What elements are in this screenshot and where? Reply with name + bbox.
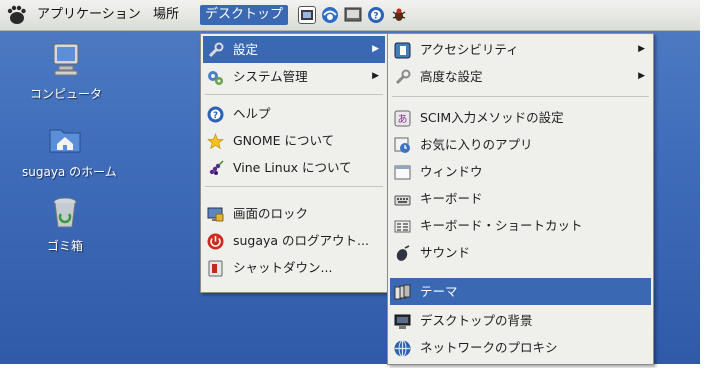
submenu-arrow-icon: ▶ xyxy=(372,44,379,54)
menu-item-about-vine[interactable]: Vine Linux について xyxy=(203,154,385,181)
computer-label: コンピュータ xyxy=(29,87,102,101)
submenu-arrow-icon: ▶ xyxy=(638,71,645,81)
trash-desktop-icon[interactable]: ゴミ箱 xyxy=(30,196,100,254)
lock-screen-icon xyxy=(207,205,224,222)
network-proxy-icon xyxy=(394,339,411,357)
home-folder-icon xyxy=(49,129,81,153)
menu-item-windows[interactable]: ウィンドウ xyxy=(390,158,651,185)
menu-item-label: アクセシビリティ xyxy=(420,42,519,57)
menu-item-keyboard-shortcuts[interactable]: キーボード・ショートカット xyxy=(390,212,651,239)
home-desktop-icon[interactable]: sugaya のホーム xyxy=(22,122,117,180)
gears-icon xyxy=(207,68,224,85)
menu-item-logout[interactable]: sugaya のログアウト... xyxy=(203,227,385,254)
menu-item-about-gnome[interactable]: GNOME について xyxy=(203,127,385,154)
menu-separator xyxy=(205,94,383,95)
gnome-foot-icon[interactable] xyxy=(5,5,27,25)
menu-item-label: デスクトップの背景 xyxy=(420,313,533,328)
browser-launcher-icon[interactable] xyxy=(321,6,339,24)
menu-separator xyxy=(205,186,383,187)
terminal-launcher-icon[interactable] xyxy=(344,6,362,24)
menu-item-label: ウィンドウ xyxy=(420,164,483,179)
favorite-apps-icon xyxy=(394,136,411,153)
menu-item-shutdown[interactable]: シャットダウン... xyxy=(203,254,385,281)
wrench-icon xyxy=(207,41,224,58)
menu-item-label: キーボード・ショートカット xyxy=(420,218,583,233)
desktop-background-icon xyxy=(394,312,411,329)
trash-icon xyxy=(53,197,77,228)
menu-item-theme[interactable]: テーマ xyxy=(390,278,651,305)
menu-item-label: お気に入りのアプリ xyxy=(420,137,533,152)
menu-item-label: シャットダウン... xyxy=(233,260,333,275)
trash-label: ゴミ箱 xyxy=(46,239,83,253)
bug-launcher-icon[interactable] xyxy=(390,6,408,24)
svg-text:?: ? xyxy=(373,12,378,22)
shutdown-icon xyxy=(207,259,224,277)
menu-item-accessibility[interactable]: アクセシビリティ ▶ xyxy=(390,36,651,63)
places-menu[interactable]: 場所 xyxy=(148,5,184,25)
menu-item-label: テーマ xyxy=(420,284,458,299)
menu-item-label: 画面のロック xyxy=(233,206,309,221)
window-icon xyxy=(394,163,411,180)
settings-submenu: アクセシビリティ ▶ 高度な設定 ▶ あ SCIM入力メソッドの設定 お気に入り… xyxy=(387,33,654,365)
menu-item-label: システム管理 xyxy=(233,69,308,84)
menu-item-desktop-background[interactable]: デスクトップの背景 xyxy=(390,307,651,334)
input-method-icon: あ xyxy=(394,109,411,127)
keyboard-shortcuts-icon xyxy=(394,217,411,234)
menu-item-label: SCIM入力メソッドの設定 xyxy=(420,110,564,125)
menu-separator xyxy=(392,96,649,97)
menu-item-label: ヘルプ xyxy=(233,106,271,121)
wrench-icon xyxy=(394,68,411,85)
menu-item-label: 高度な設定 xyxy=(420,69,483,84)
menu-item-favorite-apps[interactable]: お気に入りのアプリ xyxy=(390,131,651,158)
menu-item-network-proxy[interactable]: ネットワークのプロキシ xyxy=(390,334,651,361)
help-launcher-icon[interactable]: ? xyxy=(367,6,385,24)
keyboard-icon xyxy=(394,190,411,207)
help-icon: ? xyxy=(207,105,224,123)
svg-text:あ: あ xyxy=(398,114,408,126)
star-icon xyxy=(207,132,224,150)
desktop-menu[interactable]: デスクトップ xyxy=(200,5,289,25)
accessibility-icon xyxy=(394,41,411,59)
computer-desktop-icon[interactable]: コンピュータ xyxy=(18,42,114,102)
menu-item-label: サウンド xyxy=(420,245,471,260)
menu-item-label: Vine Linux について xyxy=(233,160,352,175)
menu-item-sound[interactable]: サウンド xyxy=(390,239,651,266)
svg-text:?: ? xyxy=(213,111,218,121)
menu-item-scim[interactable]: あ SCIM入力メソッドの設定 xyxy=(390,104,651,131)
menu-item-lock-screen[interactable]: 画面のロック xyxy=(203,200,385,227)
sound-icon xyxy=(394,244,411,261)
theme-icon xyxy=(394,283,411,300)
menu-item-label: ネットワークのプロキシ xyxy=(420,340,558,355)
menu-item-label: キーボード xyxy=(420,191,483,206)
menu-item-keyboard[interactable]: キーボード xyxy=(390,185,651,212)
menu-item-label: sugaya のログアウト... xyxy=(233,233,369,248)
menu-item-help[interactable]: ? ヘルプ xyxy=(203,100,385,127)
home-label: sugaya のホーム xyxy=(22,165,117,179)
menu-item-label: GNOME について xyxy=(233,133,335,148)
submenu-arrow-icon: ▶ xyxy=(372,71,379,81)
desktop-dropdown-menu: 設定 ▶ システム管理 ▶ ? ヘルプ GNOME について Vine Linu… xyxy=(200,33,388,293)
top-panel: アプリケーション 場所 デスクトップ ? xyxy=(0,0,700,31)
computer-icon xyxy=(53,43,79,76)
power-icon xyxy=(207,232,224,250)
screenshot-launcher-icon[interactable] xyxy=(298,6,316,24)
menu-item-system-admin[interactable]: システム管理 ▶ xyxy=(203,63,385,90)
menu-item-settings[interactable]: 設定 ▶ xyxy=(203,36,385,63)
menu-item-advanced[interactable]: 高度な設定 ▶ xyxy=(390,63,651,90)
page-margin xyxy=(700,6,708,368)
menu-item-label: 設定 xyxy=(233,42,259,57)
applications-menu[interactable]: アプリケーション xyxy=(32,5,146,25)
submenu-arrow-icon: ▶ xyxy=(638,44,645,54)
vine-grapes-icon xyxy=(207,159,224,176)
